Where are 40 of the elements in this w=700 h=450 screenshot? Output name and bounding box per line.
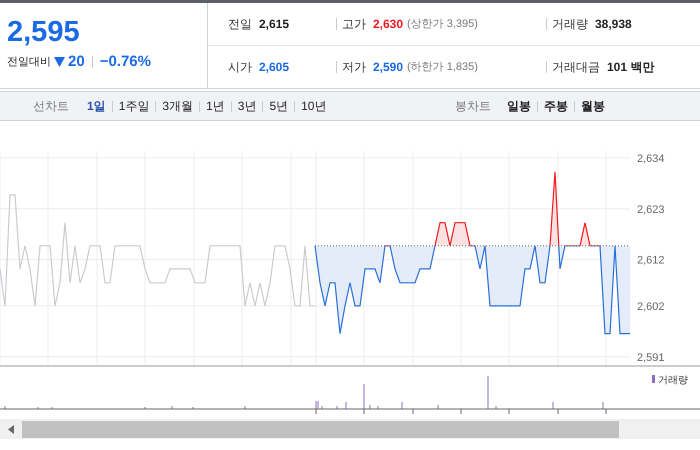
stat-value: 2,590 <box>373 58 404 76</box>
stat-label: 고가 <box>342 16 366 33</box>
candle-period-tab[interactable]: 일봉 <box>501 97 537 115</box>
line-chart-label: 선차트 <box>33 98 69 115</box>
volume-legend: 거래량 <box>658 375 688 386</box>
period-tab[interactable]: 5년 <box>263 97 294 115</box>
candle-period-tab[interactable]: 월봉 <box>575 97 611 115</box>
stat-value: 2,615 <box>259 16 290 33</box>
y-axis-label: 2,634 <box>637 152 665 165</box>
period-tab[interactable]: 10년 <box>295 97 332 115</box>
y-axis-label: 2,602 <box>637 300 665 313</box>
current-price: 2,595 <box>7 18 81 47</box>
stat-label: 전일 <box>228 16 252 33</box>
period-tab[interactable]: 3개월 <box>156 97 200 115</box>
candle-chart-label: 봉차트 <box>455 98 491 115</box>
scrollbar-thumb[interactable] <box>22 420 619 438</box>
candle-period-tab[interactable]: 주봉 <box>538 97 574 115</box>
period-tab[interactable]: 1일 <box>81 97 112 115</box>
volume-legend-icon <box>652 375 655 383</box>
y-axis-label: 2,623 <box>637 204 665 216</box>
scroll-left-icon[interactable] <box>8 424 14 434</box>
period-tab[interactable]: 1년 <box>200 97 231 115</box>
stat-label: 시가 <box>228 58 252 76</box>
price-limit-note: (하한가 1,835) <box>407 60 478 74</box>
stat-value: 2,630 <box>373 16 404 33</box>
stat-value: 38,938 <box>595 16 632 33</box>
stat-label: 거래대금 <box>552 58 600 76</box>
stat-value: 101 백만 <box>607 58 654 76</box>
change-amount: 20 <box>68 52 85 72</box>
y-axis-label: 2,591 <box>637 352 665 364</box>
stat-label: 거래량 <box>552 16 588 33</box>
change-rate: −0.76% <box>100 52 151 72</box>
horizontal-scrollbar[interactable] <box>0 419 700 439</box>
period-tab[interactable]: 1주일 <box>112 97 156 115</box>
y-axis-label: 2,612 <box>637 254 665 267</box>
price-limit-note: (상한가 3,395) <box>407 16 478 32</box>
period-tab[interactable]: 3년 <box>232 97 262 115</box>
stat-value: 2,605 <box>259 58 290 76</box>
change-label: 전일대비 <box>7 54 51 70</box>
stat-label: 저가 <box>342 58 366 76</box>
